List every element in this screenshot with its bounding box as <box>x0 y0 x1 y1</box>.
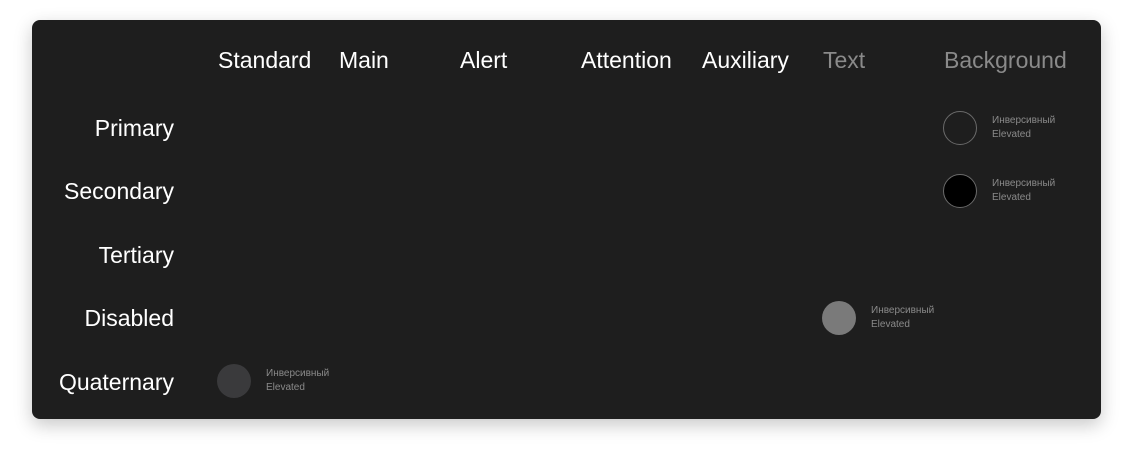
row-label-quaternary: Quaternary <box>58 369 174 395</box>
row-label-primary: Primary <box>94 115 174 141</box>
column-header-text: Text <box>823 47 866 73</box>
column-header-auxiliary: Auxiliary <box>702 47 789 73</box>
swatch-background-secondary: Инверсивный Elevated <box>943 173 1055 209</box>
row-label-secondary: Secondary <box>64 178 174 204</box>
color-circle <box>217 364 251 398</box>
column-header-background: Background <box>944 47 1067 73</box>
column-header-alert: Alert <box>460 47 508 73</box>
swatch-caption: Инверсивный Elevated <box>871 304 934 332</box>
swatch-caption-line2: Elevated <box>992 192 1031 203</box>
swatch-caption: Инверсивный Elevated <box>992 177 1055 205</box>
swatch-caption-line2: Elevated <box>992 129 1031 140</box>
swatch-standard-quaternary: Инверсивный Elevated <box>217 363 329 399</box>
swatch-caption-line1: Инверсивный <box>992 115 1056 126</box>
swatch-caption-line1: Инверсивный <box>266 368 330 379</box>
column-header-standard: Standard <box>218 47 312 73</box>
column-header-attention: Attention <box>581 47 672 73</box>
color-token-panel: Standard Main Alert Attention Auxiliary … <box>32 20 1101 419</box>
color-circle <box>822 301 856 335</box>
color-circle <box>943 174 977 208</box>
row-label-disabled: Disabled <box>84 305 175 331</box>
color-circle <box>943 111 977 145</box>
swatch-caption-line1: Инверсивный <box>871 305 935 316</box>
swatch-caption: Инверсивный Elevated <box>266 367 329 395</box>
swatch-caption-line2: Elevated <box>871 319 910 330</box>
column-header-main: Main <box>339 47 389 73</box>
swatch-text-disabled: Инверсивный Elevated <box>822 300 934 336</box>
swatch-caption-line1: Инверсивный <box>992 178 1056 189</box>
swatch-caption-line2: Elevated <box>266 382 305 393</box>
swatch-caption: Инверсивный Elevated <box>992 114 1055 142</box>
row-label-tertiary: Tertiary <box>98 242 174 268</box>
swatch-background-primary: Инверсивный Elevated <box>943 110 1055 146</box>
